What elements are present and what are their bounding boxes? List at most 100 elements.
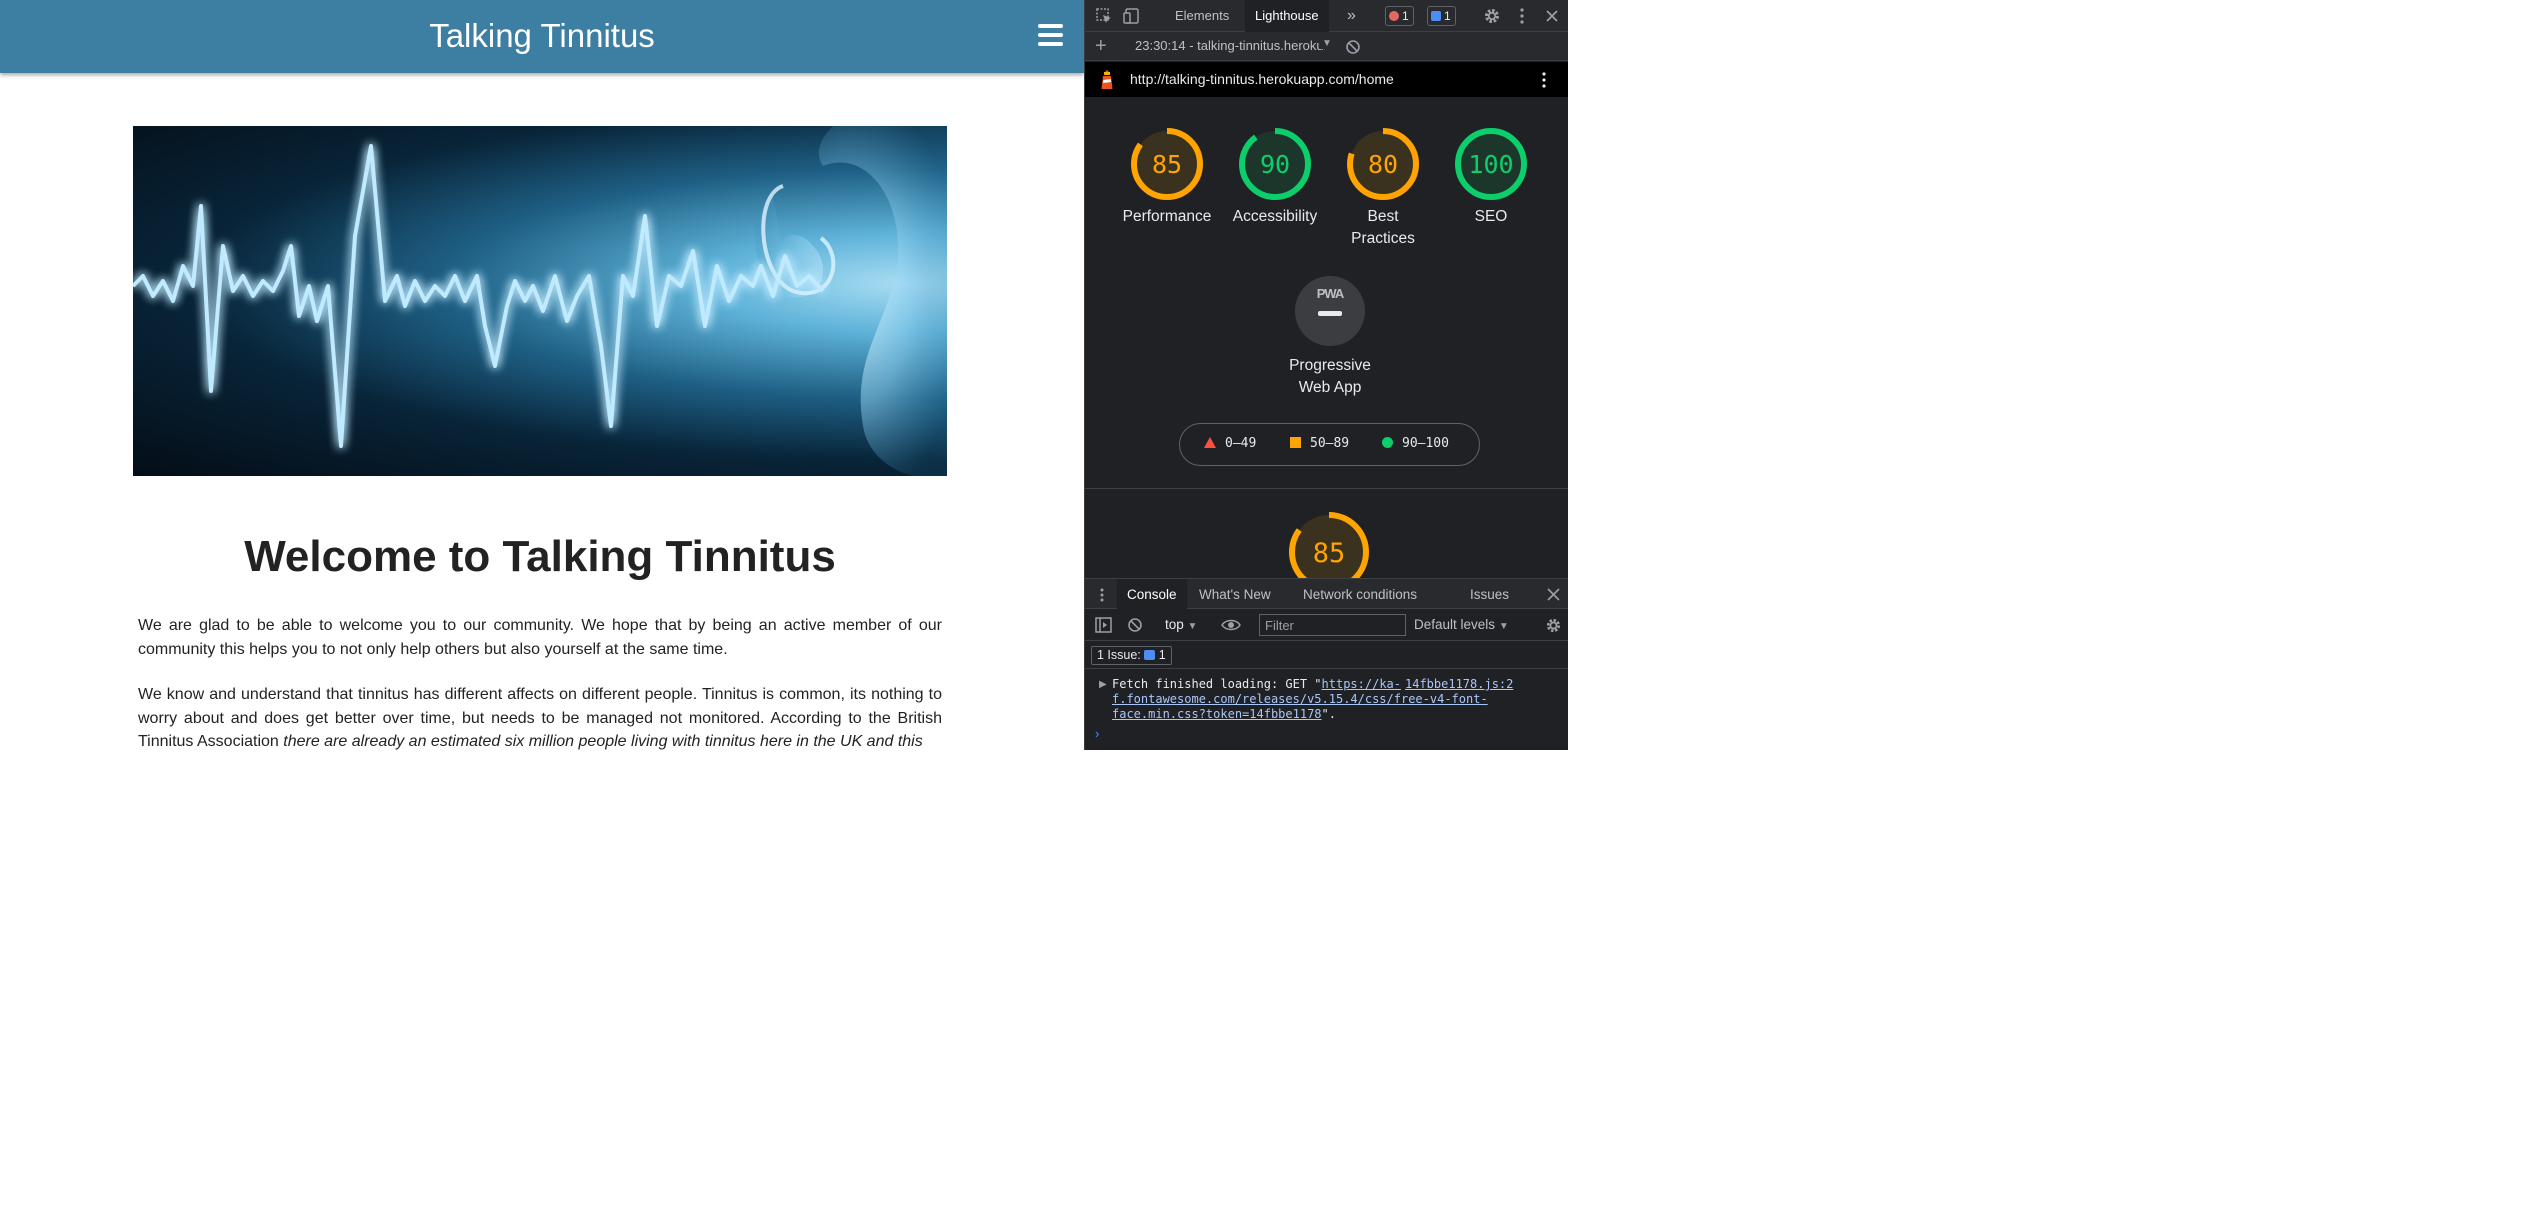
- accessibility-label-line: Accessibility: [1232, 208, 1318, 225]
- report-url-bar: http://talking-tinnitus.herokuapp.com/ho…: [1085, 62, 1568, 97]
- close-devtools-icon[interactable]: [1543, 7, 1561, 25]
- inspect-element-icon[interactable]: [1095, 7, 1113, 25]
- gauge-pwa[interactable]: PWA Progressive Web App: [1275, 276, 1385, 399]
- log-levels-chevron-icon: ▼: [1498, 621, 1509, 632]
- more-tabs-icon[interactable]: »: [1337, 0, 1366, 32]
- issue-message-icon: [1144, 650, 1156, 660]
- section-divider: [1085, 488, 1568, 489]
- tab-whats-new[interactable]: What's New: [1189, 579, 1281, 609]
- report-dropdown-chevron-icon[interactable]: ▼: [1319, 38, 1332, 49]
- performance-detail-score: 85: [1313, 538, 1346, 569]
- lighthouse-logo-icon: [1101, 70, 1113, 89]
- accessibility-gauge-ring: 90: [1239, 128, 1311, 200]
- drawer-menu-icon[interactable]: [1099, 587, 1105, 603]
- log-prefix: Fetch finished loading: GET ": [1112, 677, 1322, 691]
- console-prompt-icon[interactable]: ›: [1095, 726, 1099, 741]
- devtools-main-toolbar: Elements Lighthouse » 1 1: [1085, 0, 1568, 32]
- performance-score: 85: [1152, 150, 1182, 179]
- report-selector-value: 23:30:14 - talking-tinnitus.herokuapp.co…: [1135, 38, 1325, 53]
- context-selector[interactable]: top ▼: [1165, 617, 1197, 632]
- best-practices-label-line-1: Best: [1367, 208, 1399, 225]
- context-value: top: [1165, 617, 1184, 632]
- seo-label: SEO: [1436, 206, 1546, 228]
- gauge-performance[interactable]: 85 Performance: [1112, 127, 1222, 228]
- tab-console[interactable]: Console: [1117, 579, 1187, 609]
- welcome-heading: Welcome to Talking Tinnitus: [244, 532, 836, 581]
- performance-gauge-ring: 85: [1131, 128, 1203, 200]
- tab-lighthouse[interactable]: Lighthouse: [1245, 0, 1329, 32]
- best-practices-label-line-2: Practices: [1351, 230, 1415, 247]
- intro-paragraph: We are glad to be able to welcome you to…: [138, 617, 942, 658]
- log-levels-value: Default levels: [1414, 617, 1496, 632]
- tab-issues[interactable]: Issues: [1460, 579, 1519, 609]
- seo-score: 100: [1468, 150, 1513, 179]
- best-practices-label: Best Practices: [1328, 206, 1438, 250]
- tinnitus-paragraph: We know and understand that tinnitus has…: [138, 683, 942, 750]
- device-toolbar-icon[interactable]: [1123, 7, 1141, 25]
- report-selector[interactable]: 23:30:14 - talking-tinnitus.herokuapp.co…: [1135, 38, 1325, 53]
- log-suffix: ".: [1321, 707, 1336, 721]
- site-title[interactable]: Talking Tinnitus: [0, 16, 1084, 56]
- clear-reports-icon[interactable]: [1345, 39, 1361, 55]
- console-settings-gear-icon[interactable]: [1545, 617, 1562, 634]
- live-expression-eye-icon[interactable]: [1221, 618, 1241, 632]
- legend-pass: 90–100: [1382, 436, 1449, 451]
- log-source-link[interactable]: 14fbbe1178.js:2: [1403, 677, 1514, 691]
- lighthouse-toolbar: + 23:30:14 - talking-tinnitus.herokuapp.…: [1085, 32, 1568, 61]
- tab-network-conditions[interactable]: Network conditions: [1293, 579, 1427, 609]
- legend-fail-range: 0–49: [1225, 436, 1257, 451]
- message-count: 1: [1444, 9, 1451, 23]
- legend-fail: 0–49: [1204, 436, 1256, 451]
- pwa-abbr: PWA: [1316, 286, 1345, 301]
- drawer-tab-bar: Console What's New Network conditions Is…: [1085, 579, 1568, 609]
- console-filter-input[interactable]: [1259, 614, 1406, 636]
- soundwave-ear-illustration: [133, 126, 947, 476]
- legend-triangle-icon: [1204, 437, 1216, 448]
- best-practices-score: 80: [1368, 150, 1398, 179]
- accessibility-score: 90: [1260, 150, 1290, 179]
- pwa-label: Progressive Web App: [1275, 355, 1385, 399]
- new-report-icon[interactable]: +: [1095, 35, 1107, 58]
- site-header: Talking Tinnitus: [0, 0, 1084, 73]
- settings-gear-icon[interactable]: [1483, 7, 1501, 25]
- gauge-seo[interactable]: 100 SEO: [1436, 127, 1546, 228]
- pwa-badge-icon: PWA: [1295, 276, 1365, 346]
- seo-gauge-ring: 100: [1455, 128, 1527, 200]
- report-menu-icon[interactable]: [1541, 70, 1547, 90]
- issues-label: 1 Issue:: [1097, 648, 1141, 662]
- pwa-label-line-2: Web App: [1298, 379, 1362, 396]
- hero-image: [133, 126, 947, 476]
- score-legend: 0–49 50–89 90–100: [1179, 423, 1480, 466]
- context-chevron-icon: ▼: [1187, 621, 1198, 632]
- legend-square-icon: [1290, 437, 1301, 448]
- log-levels-dropdown[interactable]: Default levels ▼: [1414, 617, 1509, 632]
- issues-row: 1 Issue: 1: [1085, 642, 1568, 669]
- performance-label: Performance: [1112, 206, 1222, 228]
- pwa-dash: [1318, 311, 1342, 316]
- console-sidebar-icon[interactable]: [1095, 617, 1112, 633]
- message-icon: [1431, 11, 1441, 21]
- clear-console-icon[interactable]: [1127, 617, 1143, 633]
- gauge-accessibility[interactable]: 90 Accessibility: [1220, 127, 1330, 228]
- tab-elements[interactable]: Elements: [1165, 0, 1239, 32]
- error-count-badge[interactable]: 1: [1385, 6, 1414, 26]
- close-drawer-icon[interactable]: [1547, 588, 1560, 601]
- website-viewport: Talking Tinnitus Welcome to Talking Tinn…: [0, 0, 1084, 750]
- expand-log-icon[interactable]: ▶: [1099, 679, 1107, 690]
- pwa-label-line-1: Progressive: [1289, 357, 1371, 374]
- legend-average-range: 50–89: [1310, 436, 1350, 451]
- report-url[interactable]: http://talking-tinnitus.herokuapp.com/ho…: [1130, 71, 1394, 87]
- issues-count-button[interactable]: 1 Issue: 1: [1091, 646, 1172, 665]
- message-count-badge[interactable]: 1: [1427, 6, 1456, 26]
- error-count: 1: [1402, 9, 1409, 23]
- legend-average: 50–89: [1290, 436, 1349, 451]
- hamburger-menu-icon[interactable]: [1038, 24, 1063, 46]
- tinnitus-paragraph-quote: there are already an estimated six milli…: [283, 733, 923, 750]
- console-toolbar: top ▼ Default levels ▼: [1085, 609, 1568, 641]
- accessibility-label: Accessibility: [1220, 206, 1330, 228]
- legend-circle-icon: [1382, 437, 1393, 448]
- gauge-best-practices[interactable]: 80 Best Practices: [1328, 127, 1438, 250]
- best-practices-gauge-ring: 80: [1347, 128, 1419, 200]
- issues-count: 1: [1158, 648, 1166, 662]
- kebab-menu-icon[interactable]: [1513, 7, 1531, 25]
